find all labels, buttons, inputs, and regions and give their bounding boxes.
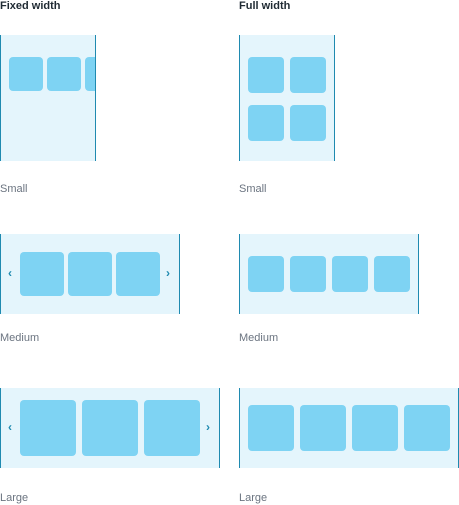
full-small-caption: Small — [239, 183, 267, 195]
carousel-card[interactable] — [82, 400, 138, 456]
carousel-card[interactable] — [144, 400, 200, 456]
fixed-small-panel — [0, 35, 96, 161]
full-large-caption: Large — [239, 492, 268, 504]
carousel-card[interactable] — [116, 252, 160, 296]
carousel-card[interactable] — [47, 57, 81, 91]
grid-card[interactable] — [300, 405, 346, 451]
full-medium-caption: Medium — [239, 332, 279, 344]
carousel-card-partial[interactable] — [85, 57, 95, 91]
chevron-right-icon[interactable]: › — [166, 267, 170, 279]
full-medium-panel — [239, 234, 419, 314]
fixed-small-caption: Small — [0, 183, 28, 195]
grid-card[interactable] — [290, 256, 326, 292]
full-width-heading: Full width — [239, 0, 291, 12]
grid-card[interactable] — [332, 256, 368, 292]
fixed-large-caption: Large — [0, 492, 29, 504]
grid-card[interactable] — [374, 256, 410, 292]
grid-card[interactable] — [248, 57, 284, 93]
carousel-card[interactable] — [20, 252, 64, 296]
chevron-right-icon[interactable]: › — [206, 421, 210, 433]
grid-card[interactable] — [404, 405, 450, 451]
fixed-large-panel: ‹ › — [0, 388, 220, 468]
grid-card[interactable] — [248, 105, 284, 141]
full-small-panel — [239, 35, 335, 161]
fixed-width-heading: Fixed width — [0, 0, 61, 12]
full-large-panel — [239, 388, 459, 468]
fixed-medium-caption: Medium — [0, 332, 40, 344]
fixed-medium-panel: ‹ › — [0, 234, 180, 314]
carousel-card[interactable] — [9, 57, 43, 91]
grid-card[interactable] — [290, 57, 326, 93]
grid-card[interactable] — [352, 405, 398, 451]
chevron-left-icon[interactable]: ‹ — [8, 267, 12, 279]
carousel-card[interactable] — [20, 400, 76, 456]
grid-card[interactable] — [248, 256, 284, 292]
carousel-card[interactable] — [68, 252, 112, 296]
grid-card[interactable] — [290, 105, 326, 141]
grid-card[interactable] — [248, 405, 294, 451]
chevron-left-icon[interactable]: ‹ — [8, 421, 12, 433]
